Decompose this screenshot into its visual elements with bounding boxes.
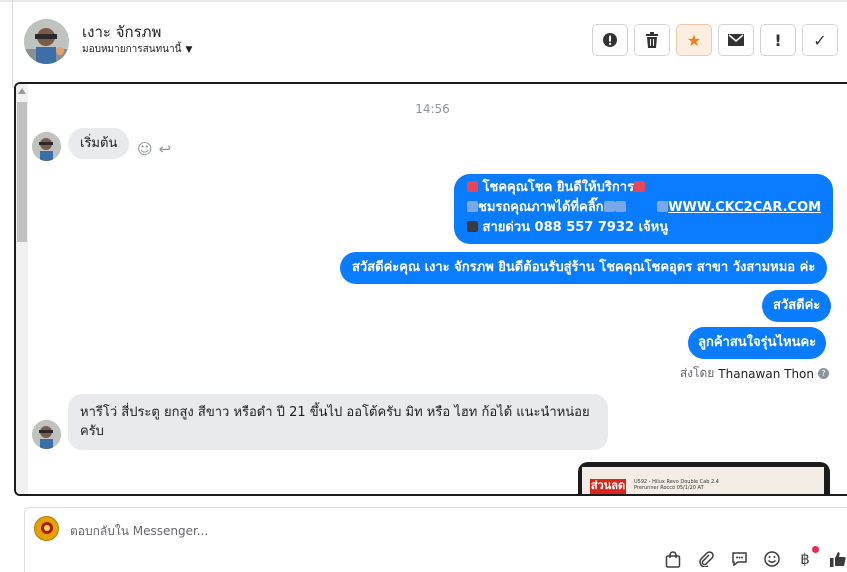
welcome-line-2: ชมรถคุณภาพได้ที่คลิ๊ก bbox=[478, 200, 604, 215]
outgoing-hello-message[interactable]: สวัสดีค่ะ bbox=[762, 290, 832, 322]
reply-input[interactable]: ตอบกลับใน Messenger... bbox=[70, 522, 208, 541]
outgoing-image-message[interactable]: ส่วนลด U592 - Hilux Revo Double Cab 2.4 … bbox=[578, 462, 830, 494]
emoji-icon[interactable] bbox=[763, 550, 781, 568]
message-text: ลูกค้าสนใจรุ่นไหนคะ bbox=[698, 335, 817, 350]
promo-badge: ส่วนลด bbox=[590, 479, 626, 494]
play-icon bbox=[467, 201, 478, 212]
caret-down-icon: ▼ bbox=[185, 44, 193, 55]
welcome-line-3: สายด่วน 088 557 7932 เจ้หนู bbox=[482, 220, 669, 235]
message-text: สวัสดีค่ะคุณ เงาะ จักรภพ ยินดีต้อนรับสู่… bbox=[352, 260, 816, 275]
contact-avatar[interactable] bbox=[24, 19, 69, 64]
smiley-icon[interactable]: ☺ bbox=[137, 140, 153, 158]
attachment-icon[interactable] bbox=[697, 550, 715, 568]
assign-label: มอบหมายการสนทนานี้ bbox=[82, 44, 182, 55]
page-avatar bbox=[34, 516, 59, 541]
trash-icon bbox=[646, 32, 658, 48]
conversation-actions: ★ ! ✓ bbox=[592, 24, 838, 56]
alert-circle-icon bbox=[603, 33, 617, 47]
like-icon[interactable] bbox=[829, 550, 847, 568]
reply-icon[interactable]: ↩ bbox=[159, 140, 172, 158]
mark-done-button[interactable]: ✓ bbox=[802, 24, 838, 56]
sent-by-label: ส่งโดย Thanawan Thon ? bbox=[680, 364, 829, 383]
sparkle-icon bbox=[467, 181, 478, 192]
conversation-panel[interactable]: 14:56 เริ่มต้น ☺ ↩ โชคคุณโชค ยินดีให้บริ… bbox=[14, 82, 847, 496]
envelope-icon bbox=[728, 34, 744, 46]
contact-avatar-small[interactable] bbox=[32, 420, 61, 449]
outgoing-welcome-message[interactable]: โชคคุณโชค ยินดีให้บริการ ชมรถคุณภาพได้ที… bbox=[454, 174, 834, 244]
phone-icon bbox=[467, 221, 478, 232]
message-timestamp: 14:56 bbox=[415, 102, 450, 116]
incoming-message[interactable]: เริ่มต้น bbox=[68, 128, 130, 159]
outgoing-greeting-message[interactable]: สวัสดีค่ะคุณ เงาะ จักรภพ ยินดีต้อนรับสู่… bbox=[340, 252, 828, 284]
down-arrow-icon bbox=[603, 201, 615, 212]
contact-name[interactable]: เงาะ จักรภพ bbox=[82, 20, 161, 44]
exclamation-icon: ! bbox=[774, 30, 782, 50]
promo-caption-line-2: Prerunner Rocco 05/1/20 AT bbox=[634, 485, 704, 491]
mark-unread-button[interactable] bbox=[718, 24, 754, 56]
scrollbar-thumb[interactable] bbox=[17, 102, 27, 242]
down-arrow-icon bbox=[614, 201, 626, 212]
top-divider bbox=[0, 0, 847, 2]
left-divider bbox=[12, 0, 13, 88]
sparkle-icon bbox=[634, 181, 646, 192]
message-text: สวัสดีค่ะ bbox=[773, 298, 821, 313]
website-link[interactable]: WWW.CKC2CAR.COM bbox=[668, 200, 821, 215]
follow-up-button[interactable]: ! bbox=[760, 24, 796, 56]
reply-composer[interactable]: ตอบกลับใน Messenger... ฿ bbox=[24, 507, 847, 572]
incoming-reply-message[interactable]: หารีโว่ สี่ประตู ยกสูง สีขาว หรือดำ ปี 2… bbox=[68, 394, 608, 450]
spam-button[interactable] bbox=[592, 24, 628, 56]
play-icon bbox=[657, 201, 669, 212]
scrollbar[interactable] bbox=[16, 84, 28, 494]
sent-by-name: Thanawan Thon bbox=[718, 366, 814, 381]
payment-baht-icon[interactable]: ฿ bbox=[796, 546, 819, 568]
message-reactions: ☺ ↩ bbox=[137, 140, 171, 158]
contact-avatar-small[interactable] bbox=[32, 132, 61, 161]
shop-bag-icon[interactable] bbox=[664, 550, 682, 568]
notification-dot bbox=[812, 546, 819, 553]
star-button[interactable]: ★ bbox=[676, 24, 712, 56]
delete-button[interactable] bbox=[634, 24, 670, 56]
star-icon: ★ bbox=[686, 30, 702, 50]
check-icon: ✓ bbox=[813, 30, 827, 50]
scroll-up-arrow-icon[interactable] bbox=[18, 88, 26, 94]
car-promo-image: ส่วนลด U592 - Hilux Revo Double Cab 2.4 … bbox=[582, 467, 824, 494]
outgoing-question-message[interactable]: ลูกค้าสนใจรุ่นไหนคะ bbox=[688, 327, 827, 359]
message-text: หารีโว่ สี่ประตู ยกสูง สีขาว หรือดำ ปี 2… bbox=[80, 405, 590, 439]
promo-caption: U592 - Hilux Revo Double Cab 2.4 Prerunn… bbox=[634, 479, 719, 491]
composer-toolbar: ฿ bbox=[664, 546, 847, 568]
assign-conversation-dropdown[interactable]: มอบหมายการสนทนานี้ ▼ bbox=[82, 42, 192, 57]
help-icon[interactable]: ? bbox=[818, 368, 829, 379]
welcome-line-1: โชคคุณโชค ยินดีให้บริการ bbox=[482, 180, 635, 195]
saved-replies-icon[interactable] bbox=[730, 550, 748, 568]
sent-by-prefix: ส่งโดย bbox=[679, 366, 715, 380]
message-text: เริ่มต้น bbox=[80, 136, 118, 151]
